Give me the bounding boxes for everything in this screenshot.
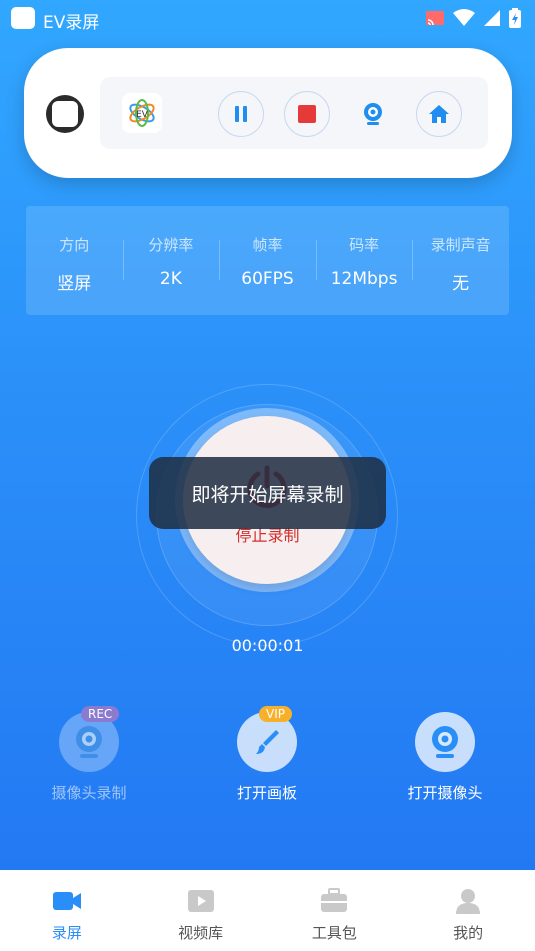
setting-label: 分辨率 (148, 236, 194, 254)
stop-button[interactable] (284, 91, 330, 137)
setting-label: 方向 (59, 236, 90, 254)
tab-toolkit[interactable]: 工具包 (268, 870, 402, 951)
video-library-icon (187, 890, 214, 912)
setting-label: 录制声音 (430, 236, 491, 254)
toast-message: 即将开始屏幕录制 (149, 457, 386, 529)
rec-badge: REC (81, 706, 120, 722)
tab-label: 录屏 (51, 924, 82, 942)
setting-bitrate[interactable]: 码率 12Mbps (315, 206, 413, 315)
tool-label: 打开摄像头 (407, 784, 483, 802)
tool-label: 摄像头录制 (51, 784, 127, 802)
stop-icon (298, 105, 316, 123)
webcam-icon (364, 103, 382, 125)
recording-settings: 方向 竖屏 分辨率 2K 帧率 60FPS 码率 12Mbps 录制声音 无 (26, 206, 509, 315)
setting-value: 12Mbps (330, 269, 398, 289)
status-bar: EV录屏 (0, 0, 535, 36)
camera-record-circle: REC (59, 706, 120, 772)
tool-label: 打开画板 (236, 784, 297, 802)
signal-icon (484, 10, 500, 26)
bottom-tab-bar: 录屏 视频库 工具包 我的 (0, 870, 535, 951)
setting-label: 帧率 (252, 236, 283, 254)
tab-record[interactable]: 录屏 (0, 870, 134, 951)
status-app-title: EV录屏 (43, 13, 100, 33)
app-logo-icon: EV (122, 93, 162, 133)
tab-label: 工具包 (311, 924, 357, 942)
tab-video-library[interactable]: 视频库 (134, 870, 268, 951)
draw-board-circle: VIP (237, 706, 297, 772)
webcam-icon (76, 726, 102, 758)
setting-audio[interactable]: 录制声音 无 (412, 206, 509, 315)
tab-label: 视频库 (178, 924, 224, 942)
setting-orientation[interactable]: 方向 竖屏 (26, 206, 123, 315)
open-camera-circle (415, 712, 475, 772)
floating-panel: EV (100, 77, 488, 149)
floating-control-bar: EV (24, 48, 512, 178)
draw-board-tool[interactable]: VIP 打开画板 (187, 706, 347, 803)
video-camera-icon (52, 892, 81, 910)
setting-framerate[interactable]: 帧率 60FPS (219, 206, 316, 315)
toolbox-icon (321, 888, 348, 912)
setting-resolution[interactable]: 分辨率 2K (122, 206, 220, 315)
recording-timer: 00:00:01 (231, 636, 304, 655)
battery-icon (509, 8, 521, 28)
user-icon (456, 889, 481, 914)
open-camera-tool[interactable]: 打开摄像头 (365, 712, 525, 803)
tab-profile[interactable]: 我的 (401, 870, 535, 951)
floating-ball-icon[interactable] (46, 95, 84, 133)
home-icon (429, 105, 449, 123)
camera-button[interactable] (350, 91, 396, 137)
app-icon (11, 7, 35, 29)
svg-text:EV: EV (136, 110, 149, 120)
setting-label: 码率 (349, 236, 380, 254)
pause-button[interactable] (218, 91, 264, 137)
wifi-icon (453, 9, 475, 26)
status-icons (425, 8, 521, 28)
webcam-icon (432, 726, 458, 758)
pause-icon (235, 106, 247, 122)
tab-label: 我的 (453, 924, 484, 942)
vip-badge: VIP (259, 706, 292, 722)
cast-icon (426, 11, 444, 26)
setting-value: 无 (452, 274, 470, 294)
brush-icon (256, 730, 279, 754)
setting-value: 2K (159, 269, 182, 289)
home-button[interactable] (416, 91, 462, 137)
camera-record-tool[interactable]: REC 摄像头录制 (9, 706, 169, 803)
setting-value: 60FPS (241, 269, 294, 289)
setting-value: 竖屏 (57, 274, 92, 294)
